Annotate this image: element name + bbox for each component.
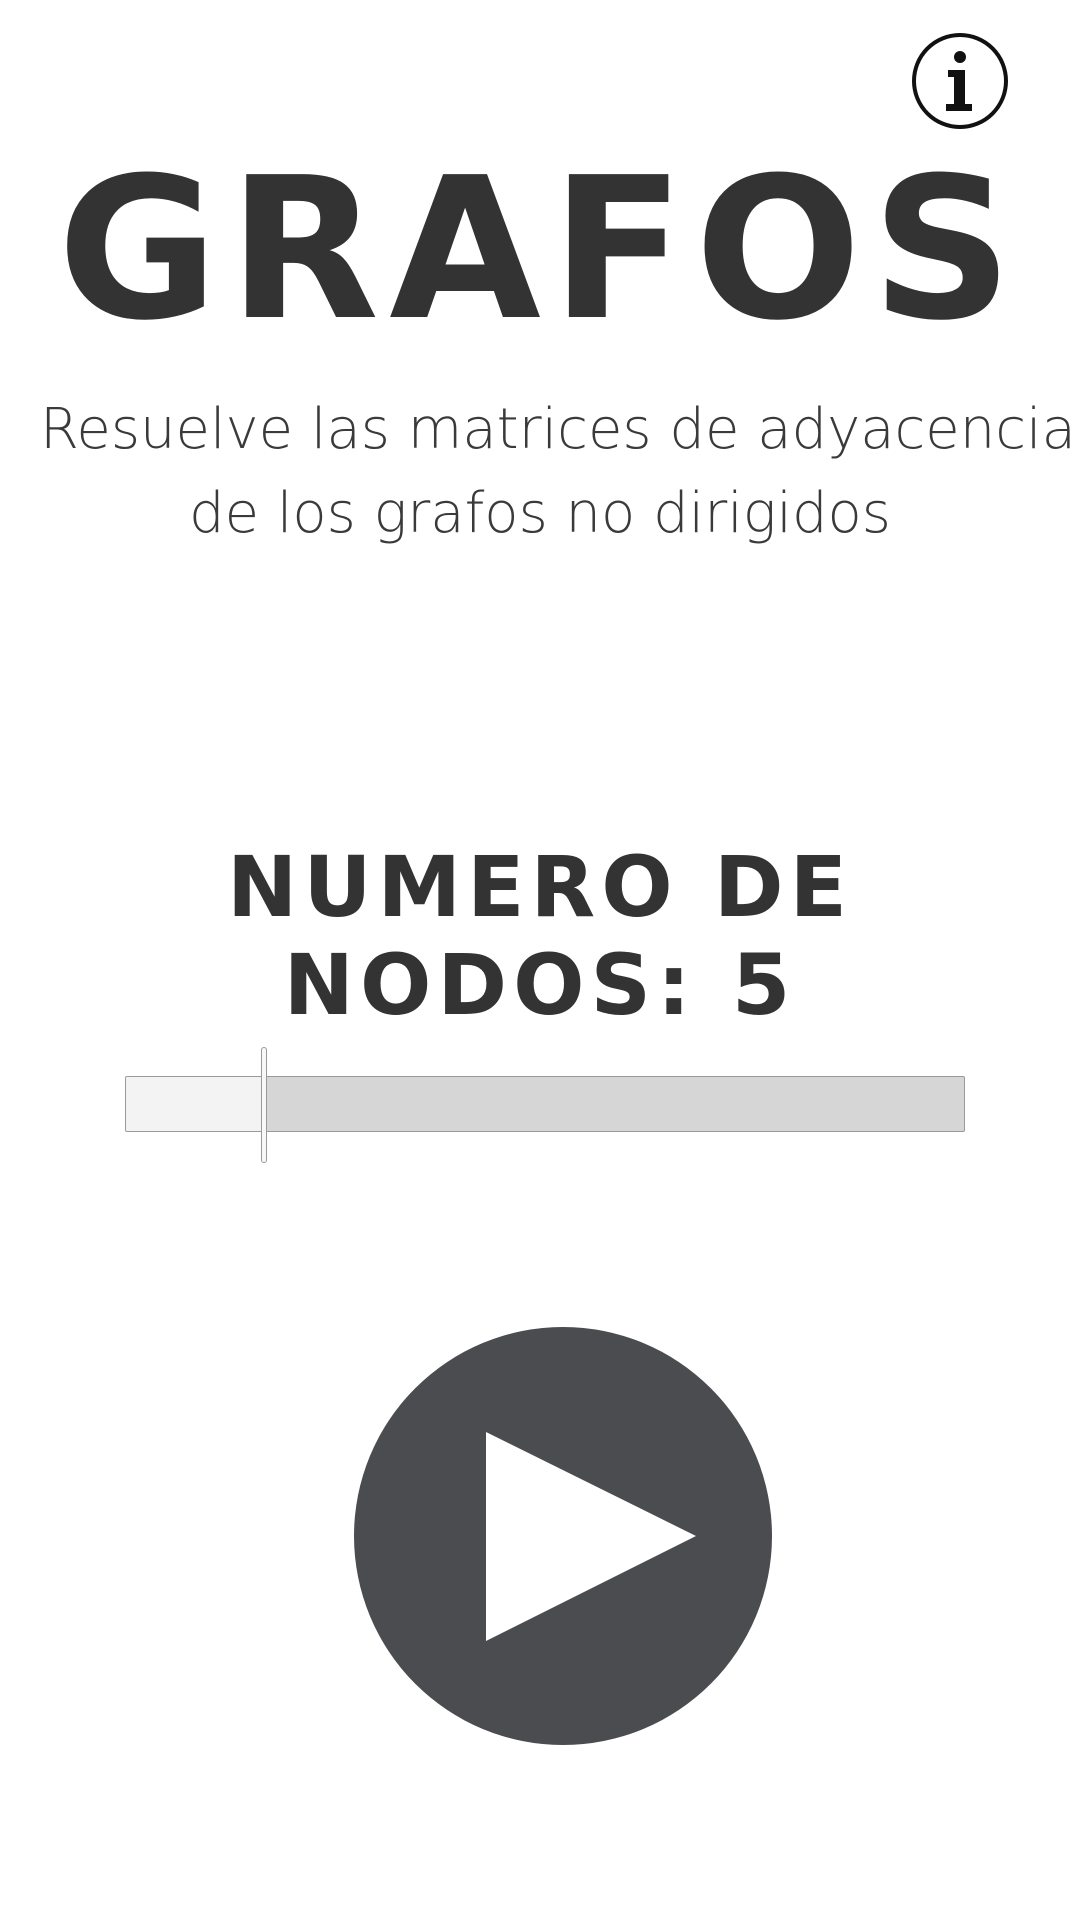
slider-track[interactable] [125, 1076, 965, 1132]
node-count-label: NUMERO DE NODOS: 5 [0, 838, 1080, 1034]
node-count-line-1: NUMERO DE [227, 838, 853, 936]
node-count-value: 5 [731, 936, 797, 1034]
app-title: GRAFOS [57, 136, 1023, 364]
info-button[interactable] [912, 33, 1008, 129]
node-count-slider[interactable] [125, 1047, 965, 1163]
play-icon [486, 1432, 696, 1641]
subtitle-line-1: Resuelve las matrices de adyacencia [40, 397, 1076, 462]
node-count-line-2: NODOS: 5 [0, 936, 1080, 1034]
subtitle: Resuelve las matrices de adyacencia de l… [40, 388, 1076, 556]
slider-fill [126, 1077, 265, 1131]
info-icon [946, 51, 972, 111]
subtitle-line-2: de los grafos no dirigidos [189, 481, 891, 546]
play-button[interactable] [354, 1327, 772, 1745]
slider-thumb[interactable] [261, 1047, 267, 1163]
node-count-text: NODOS: [283, 936, 697, 1034]
